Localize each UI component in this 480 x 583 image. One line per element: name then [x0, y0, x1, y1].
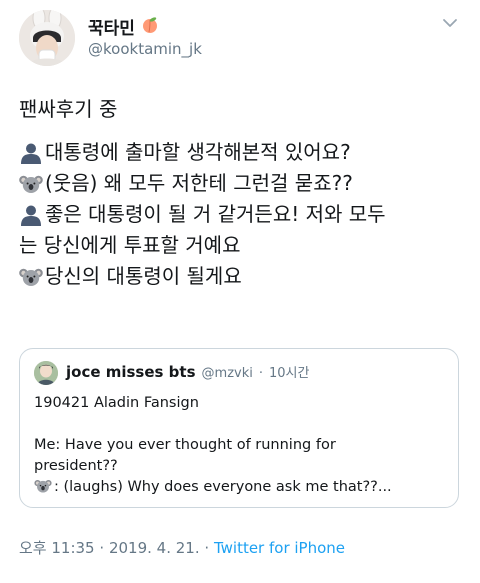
author-handle[interactable]: @kooktamin_jk: [88, 40, 202, 58]
author-display-name[interactable]: 꾹타민: [88, 14, 135, 39]
person-silhouette-icon: [19, 142, 43, 164]
tweet-title: 팬싸후기 중: [19, 97, 118, 121]
tweet-line-text: 대통령에 출마할 생각해본적 있어요?: [45, 140, 351, 164]
tweet-source-link[interactable]: Twitter for iPhone: [214, 539, 345, 557]
tweet-line-text: 좋은 대통령이 될 거 같거든요! 저와 모두: [45, 202, 386, 226]
quoted-handle[interactable]: @mzvki: [202, 366, 253, 381]
meta-separator: ·: [99, 539, 105, 557]
quoted-display-name[interactable]: joce misses bts: [66, 363, 196, 381]
tweet-text: 팬싸후기 중 대통령에 출마할 생각해본적 있어요? (웃음) 왜 모두 저한테…: [19, 94, 465, 292]
tweet-line-5: 당신의 대통령이 될게요: [19, 261, 465, 292]
quoted-author-avatar[interactable]: [34, 361, 58, 385]
peach-icon: [141, 16, 159, 38]
koala-icon: [34, 478, 52, 494]
quoted-timestamp[interactable]: 10시간: [269, 362, 309, 381]
person-silhouette-icon: [19, 204, 43, 226]
quoted-line: 190421 Aladin Fansign: [34, 395, 199, 411]
quoted-text: 190421 Aladin Fansign Me: Have you ever …: [34, 393, 448, 498]
tweet-line-2: (웃음) 왜 모두 저한테 그런걸 묻죠??: [19, 168, 465, 199]
koala-icon: [19, 266, 43, 288]
tweet-line-text: 는 당신에게 투표할 거예요: [19, 233, 241, 257]
meta-separator: ·: [204, 539, 210, 557]
tweet-line-text: 당신의 대통령이 될게요: [45, 264, 242, 288]
quoted-line: : (laughs) Why does everyone ask me that…: [34, 477, 448, 498]
author-avatar[interactable]: [19, 10, 75, 66]
quoted-tweet[interactable]: joce misses bts @mzvki · 10시간 190421 Ala…: [19, 348, 459, 508]
quoted-line: Me: Have you ever thought of running for: [34, 437, 336, 453]
quoted-line: president??: [34, 458, 118, 474]
quoted-separator: ·: [258, 366, 263, 381]
tweet-date[interactable]: 2019. 4. 21.: [109, 539, 200, 557]
chevron-down-icon[interactable]: [442, 18, 458, 28]
tweet-line-1: 대통령에 출마할 생각해본적 있어요?: [19, 137, 465, 168]
tweet-line-4: 는 당신에게 투표할 거예요: [19, 230, 465, 261]
author-name-row[interactable]: 꾹타민: [88, 14, 159, 39]
tweet-card: 꾹타민 @kooktamin_jk 팬싸후기 중 대통령에 출마할 생각해본적 …: [0, 0, 480, 583]
tweet-line-text: (웃음) 왜 모두 저한테 그런걸 묻죠??: [45, 171, 353, 195]
quoted-header: joce misses bts @mzvki · 10시간: [66, 362, 309, 381]
koala-icon: [19, 173, 43, 195]
quoted-line-text: : (laughs) Why does everyone ask me that…: [54, 479, 392, 495]
tweet-time[interactable]: 오후 11:35: [19, 539, 95, 557]
tweet-meta: 오후 11:35 · 2019. 4. 21. · Twitter for iP…: [19, 537, 345, 558]
tweet-line-3: 좋은 대통령이 될 거 같거든요! 저와 모두: [19, 199, 465, 230]
